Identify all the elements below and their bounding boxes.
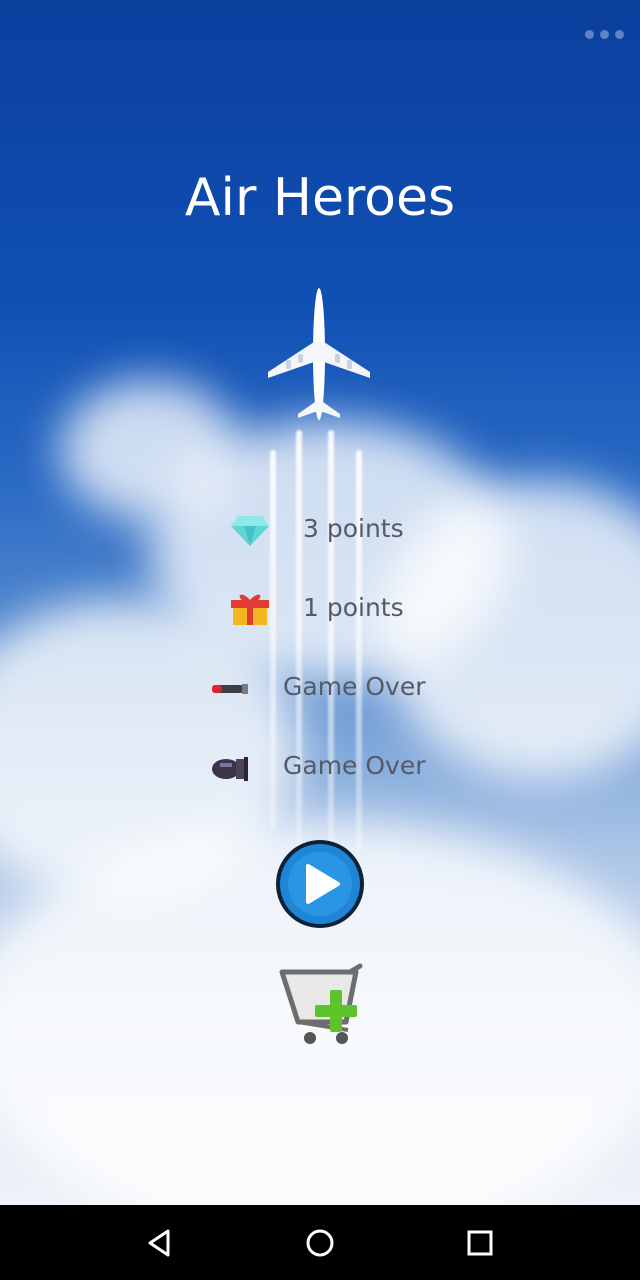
home-circle-icon[interactable] [302, 1225, 338, 1261]
legend-text: 1 points [303, 593, 404, 622]
legend-text: Game Over [283, 751, 426, 780]
diamond-icon [231, 516, 269, 546]
system-navigation-bar [0, 1205, 640, 1280]
play-button[interactable] [274, 838, 366, 930]
game-title: Air Heroes [184, 168, 456, 228]
game-screen: Air Heroes 3 points 1 points Game Over G… [0, 0, 640, 1205]
back-triangle-icon[interactable] [142, 1225, 178, 1261]
bomb-icon [212, 757, 248, 781]
legend-row-bomb: Game Over [0, 737, 640, 797]
legend-text: Game Over [283, 672, 426, 701]
legend-row-gift: 1 points [0, 579, 640, 639]
recents-square-icon[interactable] [462, 1225, 498, 1261]
legend-text: 3 points [303, 514, 404, 543]
contrail [328, 430, 334, 880]
legend-row-missile: Game Over [0, 658, 640, 718]
missile-icon [212, 684, 248, 694]
shop-cart-button[interactable] [270, 958, 370, 1054]
gift-icon [231, 594, 269, 625]
legend-row-diamond: 3 points [0, 500, 640, 560]
overflow-menu-icon[interactable] [585, 30, 624, 39]
airplane-icon [268, 288, 370, 420]
cloud [60, 380, 240, 520]
